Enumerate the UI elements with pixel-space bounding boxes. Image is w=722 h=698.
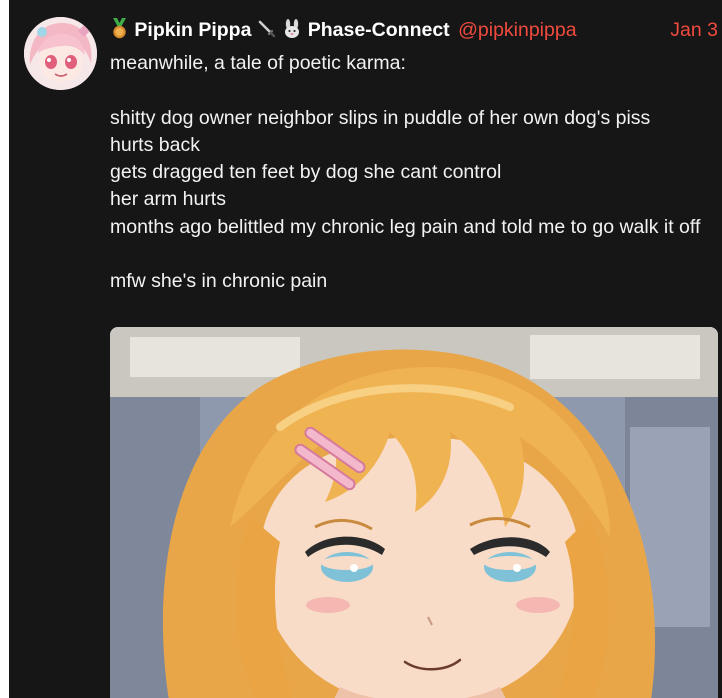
medal-icon (110, 18, 129, 47)
post-line: her arm hurts (110, 188, 226, 211)
user-handle[interactable]: @pipkinpippa (458, 19, 576, 41)
post-body: meanwhile, a tale of poetic karma: shitt… (110, 50, 722, 296)
post-line: hurts back (110, 133, 200, 156)
post-line: months ago belittled my chronic leg pain… (110, 215, 701, 238)
post-date[interactable]: Jan 3 (670, 16, 718, 44)
organization-name[interactable]: Phase-Connect (308, 19, 450, 41)
window-edge (0, 0, 9, 698)
post-line: mfw she's in chronic pain (110, 270, 328, 293)
avatar[interactable] (24, 17, 97, 90)
post-header: Pipkin Pippa Phase-Connect @pipkinpippa … (110, 16, 720, 44)
post-line: gets dragged ten feet by dog she cant co… (110, 161, 502, 184)
post-line: meanwhile, a tale of poetic karma: (110, 52, 406, 74)
post-line: shitty dog owner neighbor slips in puddl… (110, 106, 651, 129)
post-image[interactable] (110, 327, 718, 698)
rabbit-icon (282, 19, 302, 47)
display-name[interactable]: Pipkin Pippa (134, 19, 251, 41)
post-card: Pipkin Pippa Phase-Connect @pipkinpippa … (0, 0, 722, 698)
sword-icon (257, 19, 277, 47)
